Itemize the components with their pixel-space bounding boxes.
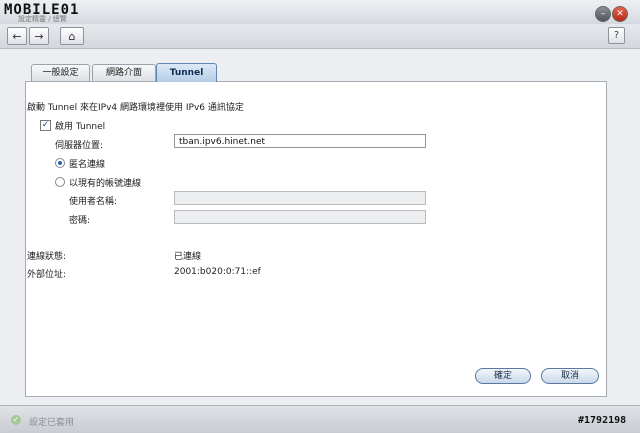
enable-tunnel-label: 啟用 Tunnel [55, 122, 106, 132]
account-radio[interactable] [55, 177, 65, 187]
external-address-label: 外部位址: [27, 270, 67, 280]
username-input[interactable] [174, 191, 426, 205]
help-button[interactable]: ? [608, 27, 625, 44]
tunnel-panel [25, 81, 607, 397]
status-bar-text: 設定已套用 [29, 418, 75, 428]
back-button[interactable]: ← [7, 27, 27, 45]
password-input[interactable] [174, 210, 426, 224]
check-circle-icon: ✓ [11, 415, 21, 425]
close-icon: ✕ [616, 9, 624, 19]
username-label: 使用者名稱: [69, 197, 118, 207]
window-subtitle: 設定精靈 / 總覽 [18, 15, 67, 23]
arrow-left-icon: ← [12, 29, 22, 43]
account-label: 以現有的帳號連線 [69, 179, 142, 189]
help-icon: ? [613, 30, 620, 41]
enable-tunnel-checkbox[interactable]: ✓ [40, 120, 51, 131]
toolbar: ← → ⌂ ? [0, 24, 640, 49]
tab-general[interactable]: 一般設定 [31, 64, 90, 81]
minimize-icon: – [600, 9, 606, 19]
arrow-right-icon: → [34, 29, 44, 43]
cancel-button[interactable]: 取消 [541, 368, 599, 384]
home-icon: ⌂ [68, 29, 76, 43]
title-bar: MOBILE01 設定精靈 / 總覽 – ✕ [0, 0, 640, 24]
status-bar: ✓ 設定已套用 [0, 405, 640, 433]
external-address-value: 2001:b020:0:71::ef [174, 267, 261, 277]
status-value: 已連線 [174, 252, 202, 262]
home-button[interactable]: ⌂ [60, 27, 84, 45]
close-button[interactable]: ✕ [612, 6, 628, 22]
ok-button[interactable]: 確定 [475, 368, 531, 384]
tab-network-interface[interactable]: 網路介面 [92, 64, 156, 81]
watermark: #1792198 [578, 415, 627, 426]
password-label: 密碼: [69, 216, 91, 226]
status-label: 連線狀態: [27, 252, 67, 262]
check-icon: ✓ [41, 120, 50, 130]
forward-button[interactable]: → [29, 27, 49, 45]
anonymous-radio[interactable] [55, 158, 65, 168]
anonymous-label: 匿名連線 [69, 160, 106, 170]
server-input[interactable]: tban.ipv6.hinet.net [174, 134, 426, 148]
server-label: 伺服器位置: [55, 141, 104, 151]
minimize-button[interactable]: – [595, 6, 611, 22]
tab-tunnel[interactable]: Tunnel [156, 63, 217, 82]
tunnel-description: 啟動 Tunnel 來在IPv4 網路環境裡使用 IPv6 通訊協定 [27, 103, 244, 113]
